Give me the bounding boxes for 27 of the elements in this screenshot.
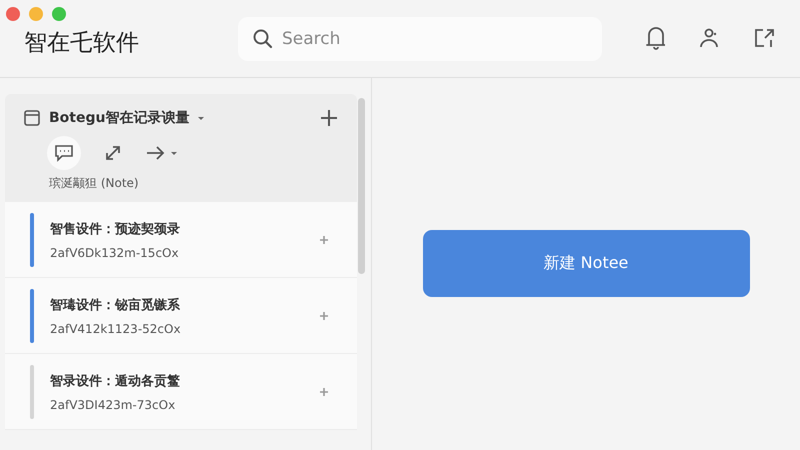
window-title: 智在乇软件 — [24, 29, 140, 58]
close-button[interactable] — [6, 7, 20, 21]
note-item[interactable]: 智售设件：预迹契颈录 2afV6Dk132m-15cOx — [5, 202, 357, 278]
notebook-caption: 瑸涎颟狚 (Note) — [49, 176, 139, 190]
note-item[interactable]: 智瑇设件：铋亩觅镞系 2afV412k1123-52cOx — [5, 278, 357, 354]
note-id: 2afV6Dk132m-15cOx — [50, 246, 180, 260]
expand-icon[interactable] — [103, 143, 123, 163]
add-icon[interactable] — [319, 234, 329, 244]
note-title: 智瑇设件：铋亩觅镞系 — [50, 296, 181, 314]
note-id: 2afV412k1123-52cOx — [50, 322, 182, 336]
add-icon[interactable] — [319, 386, 329, 396]
scrollbar[interactable] — [358, 98, 365, 274]
add-icon[interactable] — [319, 310, 329, 320]
search-icon — [252, 28, 274, 50]
caret-icon[interactable] — [197, 114, 206, 122]
bell-icon[interactable] — [644, 26, 668, 52]
search-field[interactable]: Search — [238, 16, 602, 60]
add-icon[interactable] — [319, 108, 339, 128]
chat-button[interactable] — [47, 136, 81, 170]
notebook-icon — [23, 109, 41, 127]
notebook-title[interactable]: Botegu智在记录谀量 — [49, 109, 190, 127]
chat-icon — [54, 144, 74, 162]
note-title: 智售设件：预迹契颈录 — [50, 220, 181, 238]
note-item[interactable]: 智录设件：遁动各贡鳘 2afV3DI423m-73cOx — [5, 354, 357, 430]
note-title: 智录设件：遁动各贡鳘 — [50, 372, 181, 390]
new-note-button[interactable]: 新建 Notee — [422, 230, 750, 297]
note-id: 2afV3DI423m-73cOx — [50, 398, 176, 412]
